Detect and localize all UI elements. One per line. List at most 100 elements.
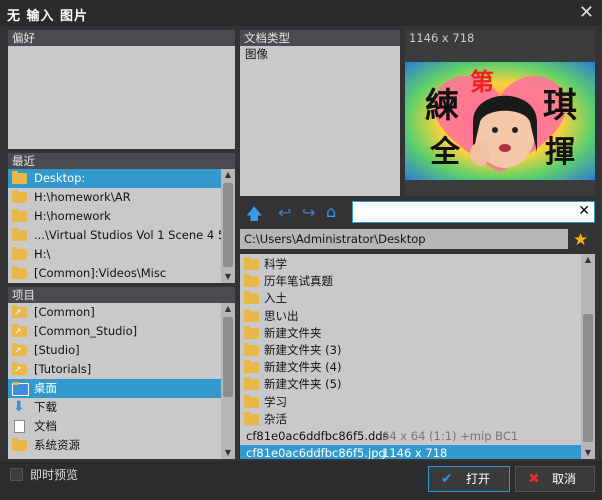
file-name: 科学 — [264, 257, 287, 271]
window-title: 无 输入 图片 — [7, 9, 89, 24]
file-name: 入土 — [264, 291, 287, 306]
folder-row[interactable]: 新建文件夹 — [240, 325, 581, 342]
scroll-down-icon[interactable]: ▼ — [581, 447, 595, 459]
search-input[interactable] — [355, 204, 574, 222]
file-name: 学习 — [264, 394, 287, 409]
recent-item[interactable]: H:\homework — [8, 207, 221, 226]
svg-text:全: 全 — [429, 135, 461, 170]
scroll-down-icon[interactable]: ▼ — [221, 271, 235, 283]
folder-icon — [12, 266, 27, 279]
project-item[interactable]: ⬇ 下载 — [8, 398, 221, 417]
folder-row[interactable]: 历年笔试真题 — [240, 273, 581, 290]
scroll-thumb[interactable] — [583, 314, 593, 442]
folder-icon — [244, 308, 259, 322]
folder-icon — [12, 209, 27, 222]
file-list: 科学历年笔试真题 入土思い出新建文件夹新建文件夹 (3) 新建文件夹 (4) 新建文件… — [240, 256, 581, 459]
file-list-panel: 科学历年笔试真题 入土思い出新建文件夹新建文件夹 (3) 新建文件夹 (4) 新建文件… — [240, 254, 595, 459]
cancel-button[interactable]: ✖ 取消 — [515, 466, 595, 492]
project-item[interactable]: [Common_Studio] — [8, 322, 221, 342]
home-icon[interactable]: ⌂ — [326, 202, 336, 221]
file-name: 新建文件夹 — [264, 325, 322, 340]
scroll-thumb[interactable] — [223, 317, 233, 397]
file-name: 新建文件夹 (3) — [264, 342, 342, 357]
folder-row[interactable]: 新建文件夹 (5) — [240, 376, 581, 393]
favorites-panel: 偏好 — [8, 30, 235, 149]
forward-arrow-icon[interactable]: ↪ — [302, 203, 315, 222]
folder-icon — [244, 411, 259, 425]
scroll-up-icon[interactable]: ▲ — [581, 254, 595, 266]
favorites-header: 偏好 — [8, 30, 235, 46]
folder-row[interactable]: 科学 — [240, 256, 581, 273]
file-name: 杂活 — [264, 411, 287, 426]
open-button-label: 打开 — [465, 472, 490, 486]
scroll-down-icon[interactable]: ▼ — [221, 447, 235, 459]
folder-row[interactable]: 杂活 — [240, 411, 581, 428]
projects-scrollbar[interactable]: ▲ ▼ — [221, 303, 235, 459]
folder-row[interactable]: 新建文件夹 (4) — [240, 359, 581, 376]
recent-header: 最近 — [8, 153, 235, 169]
file-name: 历年笔试真题 — [264, 274, 333, 289]
recent-item-label: ...\Virtual Studios Vol 1 Scene 4 5.4 — [34, 228, 221, 242]
recent-item[interactable]: ...\Virtual Studios Vol 1 Scene 4 5.4 — [8, 226, 221, 245]
folder-row[interactable]: 学习 — [240, 394, 581, 411]
project-item[interactable]: [Tutorials] — [8, 360, 221, 380]
recent-list: Desktop: H:\homework\AR H:\homework ...\Vir… — [8, 169, 221, 283]
project-item[interactable]: [Studio] — [8, 341, 221, 361]
scroll-up-icon[interactable]: ▲ — [221, 169, 235, 181]
project-item[interactable]: 文档 — [8, 417, 221, 436]
up-arrow-icon[interactable]: 🡅 — [246, 203, 262, 230]
file-row[interactable]: cf81e0ac6ddfbc86f5.jpg 1146 x 718 — [240, 445, 581, 459]
file-list-scrollbar[interactable]: ▲ ▼ — [581, 254, 595, 459]
path-bar[interactable]: C:\Users\Administrator\Desktop — [240, 229, 568, 249]
back-arrow-icon[interactable]: ↩ — [278, 203, 291, 222]
file-name: cf81e0ac6ddfbc86f5.jpg — [246, 446, 386, 459]
file-name: cf81e0ac6ddfbc86f5.dds — [246, 428, 389, 443]
file-meta: 1146 x 718 — [382, 446, 448, 459]
folder-icon — [244, 257, 259, 270]
recent-item[interactable]: H:\ — [8, 245, 221, 264]
recent-item[interactable]: H:\homework\AR — [8, 188, 221, 207]
desktop-icon — [12, 382, 29, 396]
folder-icon — [244, 360, 259, 374]
open-button[interactable]: ✔ 打开 — [428, 466, 510, 492]
close-icon[interactable]: ✕ — [579, 2, 594, 23]
recent-item[interactable]: [Common]:Videos\Misc — [8, 264, 221, 283]
recent-item[interactable]: Desktop: — [8, 169, 221, 188]
folder-icon — [12, 228, 27, 241]
folder-row[interactable]: 思い出 — [240, 308, 581, 325]
project-item[interactable]: 桌面 — [8, 379, 221, 398]
instant-preview-checkbox[interactable] — [10, 468, 23, 481]
clear-search-icon[interactable]: ✕ — [578, 203, 590, 219]
recent-scrollbar[interactable]: ▲ ▼ — [221, 169, 235, 283]
folder-icon — [12, 438, 27, 451]
preview-size-label: 1146 x 718 — [405, 30, 595, 46]
recent-panel: 最近 Desktop: H:\homework\AR H:\homework ...\… — [8, 153, 235, 283]
title-bar: 无 输入 图片 ✕ — [0, 0, 602, 26]
svg-text:第: 第 — [470, 68, 494, 96]
project-item[interactable]: [Common] — [8, 303, 221, 323]
folder-row[interactable]: 入土 — [240, 290, 581, 307]
file-row[interactable]: cf81e0ac6ddfbc86f5.dds 64 x 64 (1:1) +mip… — [240, 428, 581, 445]
scroll-up-icon[interactable]: ▲ — [221, 303, 235, 315]
folder-row[interactable]: 新建文件夹 (3) — [240, 342, 581, 359]
favorite-star-icon[interactable]: ★ — [573, 230, 588, 250]
folder-icon — [244, 394, 259, 408]
download-icon: ⬇ — [13, 399, 25, 415]
recent-item-label: Desktop: — [34, 171, 86, 185]
doc-type-item[interactable]: 图像 — [240, 46, 268, 62]
folder-shortcut-icon — [12, 304, 27, 323]
file-name: 思い出 — [264, 308, 299, 323]
recent-item-label: H:\ — [34, 247, 51, 261]
document-icon — [14, 420, 25, 433]
file-name: 新建文件夹 (5) — [264, 377, 342, 392]
project-item[interactable]: 系统资源 — [8, 436, 221, 455]
folder-shortcut-icon — [12, 342, 27, 361]
scroll-thumb[interactable] — [223, 183, 233, 267]
file-name: 新建文件夹 (4) — [264, 360, 342, 375]
project-item-label: 桌面 — [34, 381, 57, 395]
recent-item-label: H:\homework\AR — [34, 190, 131, 204]
instant-preview-label: 即时预览 — [30, 468, 79, 482]
search-field[interactable]: ✕ — [352, 201, 595, 223]
folder-shortcut-icon — [12, 323, 27, 342]
cancel-button-label: 取消 — [551, 472, 576, 486]
